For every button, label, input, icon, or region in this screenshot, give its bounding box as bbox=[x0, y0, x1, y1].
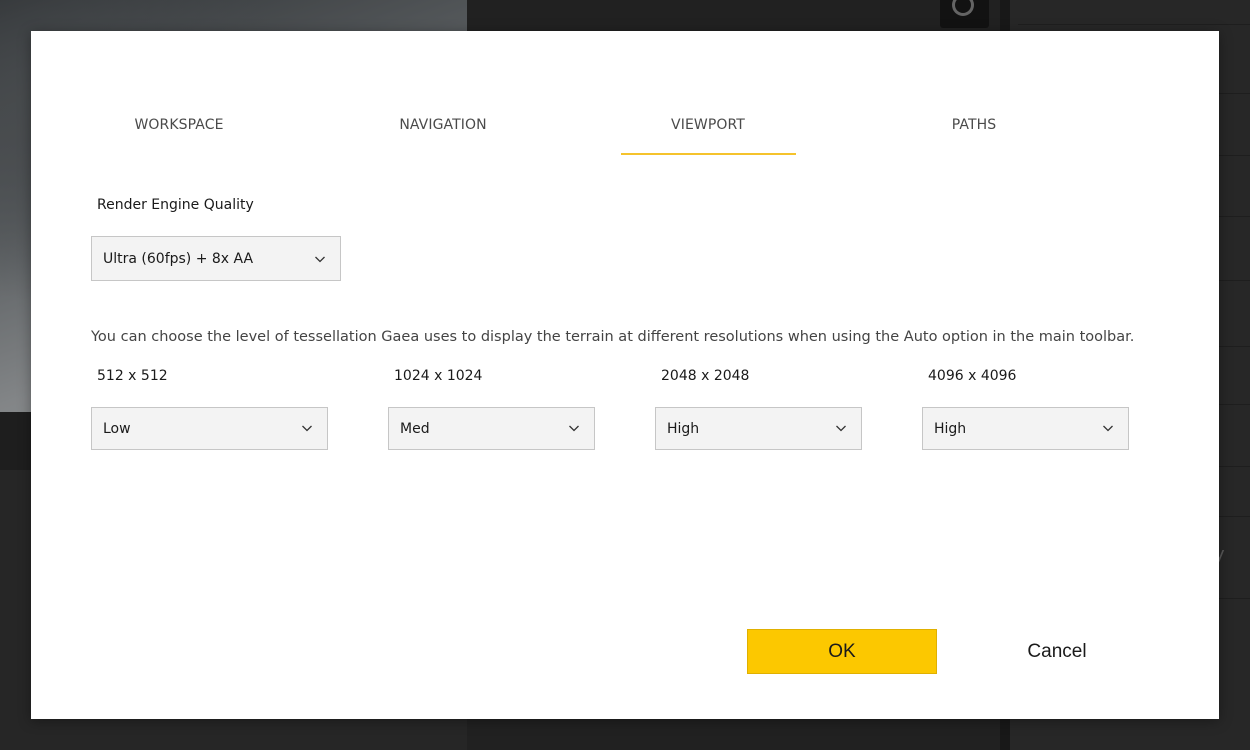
render-quality-label: Render Engine Quality bbox=[97, 197, 254, 213]
tab-navigation[interactable]: NAVIGATION bbox=[399, 117, 486, 133]
chevron-down-icon bbox=[315, 256, 325, 263]
tessellation-description: You can choose the level of tessellation… bbox=[91, 329, 1135, 345]
tessellation-label-2048: 2048 x 2048 bbox=[661, 368, 750, 384]
cancel-button[interactable]: Cancel bbox=[961, 629, 1153, 674]
tessellation-select-2048[interactable]: High bbox=[655, 407, 862, 450]
tessellation-select-1024[interactable]: Med bbox=[388, 407, 595, 450]
tessellation-select-4096[interactable]: High bbox=[922, 407, 1129, 450]
tessellation-select-512[interactable]: Low bbox=[91, 407, 328, 450]
tessellation-value-512: Low bbox=[103, 421, 131, 437]
active-tab-indicator bbox=[621, 153, 796, 155]
tab-workspace[interactable]: WORKSPACE bbox=[134, 117, 223, 133]
tessellation-label-4096: 4096 x 4096 bbox=[928, 368, 1017, 384]
render-quality-value: Ultra (60fps) + 8x AA bbox=[103, 251, 254, 267]
tab-viewport[interactable]: VIEWPORT bbox=[671, 117, 745, 133]
tab-paths[interactable]: PATHS bbox=[952, 117, 997, 133]
chevron-down-icon bbox=[302, 425, 312, 432]
preferences-dialog: WORKSPACE NAVIGATION VIEWPORT PATHS Rend… bbox=[31, 31, 1219, 719]
render-quality-select[interactable]: Ultra (60fps) + 8x AA bbox=[91, 236, 341, 281]
tessellation-value-2048: High bbox=[667, 421, 700, 437]
tessellation-label-512: 512 x 512 bbox=[97, 368, 168, 384]
chevron-down-icon bbox=[1103, 425, 1113, 432]
tessellation-label-1024: 1024 x 1024 bbox=[394, 368, 483, 384]
chevron-down-icon bbox=[569, 425, 579, 432]
tessellation-value-1024: Med bbox=[400, 421, 430, 437]
chevron-down-icon bbox=[836, 425, 846, 432]
ok-button[interactable]: OK bbox=[747, 629, 937, 674]
tessellation-value-4096: High bbox=[934, 421, 967, 437]
